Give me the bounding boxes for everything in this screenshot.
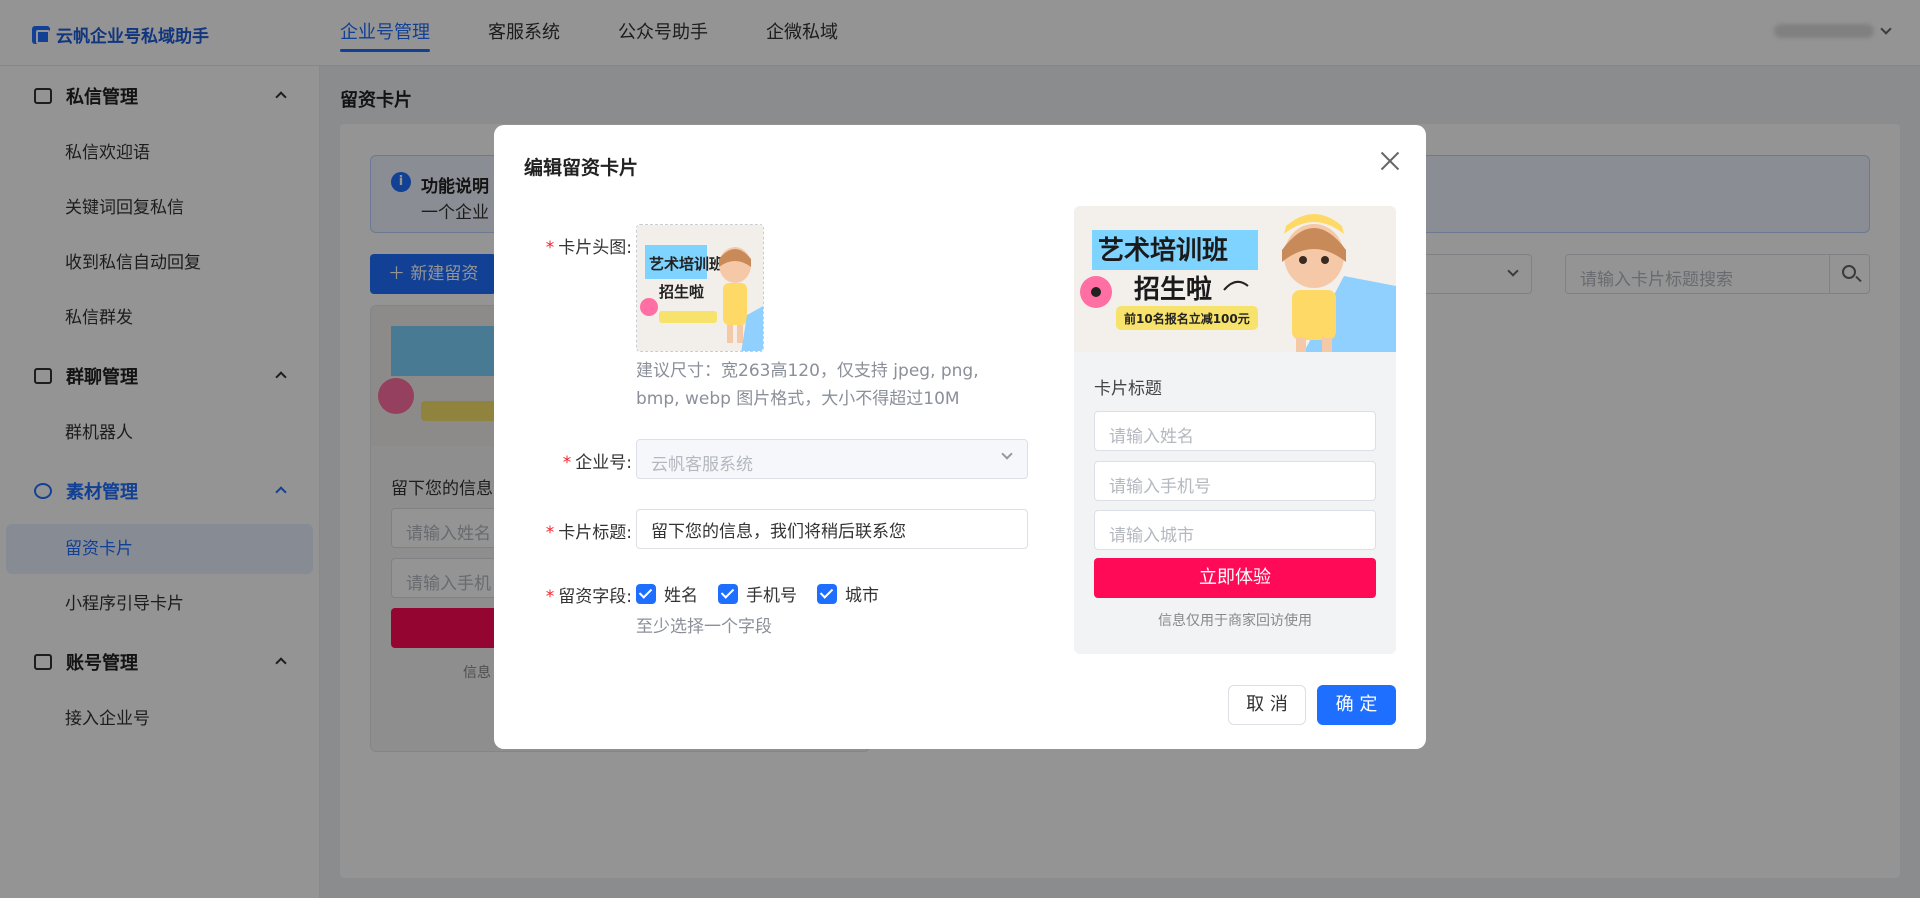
banner-promo: 前10名报名立减100元	[1124, 311, 1250, 326]
checkbox-checked-icon[interactable]	[718, 583, 738, 604]
card-title-label: * 卡片标题:	[512, 518, 632, 543]
label-text: 卡片标题:	[558, 523, 632, 543]
card-title-input[interactable]	[637, 510, 1027, 548]
card-preview: 艺术培训班 招生啦 前10名报名立减100元 卡片标题 请输入姓名 请输入手机号…	[1074, 206, 1396, 654]
chevron-down-icon	[1001, 448, 1013, 460]
card-image-upload[interactable]: 艺术培训班 招生啦	[636, 224, 764, 352]
banner-line2: 招生啦	[1134, 274, 1212, 305]
image-label: * 卡片头图:	[512, 233, 632, 258]
checkbox-name[interactable]: 姓名	[636, 581, 698, 606]
preview-city-input[interactable]: 请输入城市	[1094, 510, 1376, 550]
checkbox-city[interactable]: 城市	[817, 581, 879, 606]
image-size-hint: 建议尺寸：宽263高120，仅支持 jpeg, png, bmp, webp 图…	[636, 361, 979, 409]
field-checkboxes: 姓名 手机号 城市	[636, 581, 879, 606]
placeholder: 请输入城市	[1109, 526, 1194, 546]
preview-phone-input[interactable]: 请输入手机号	[1094, 461, 1376, 501]
preview-banner-image: 艺术培训班 招生啦 前10名报名立减100元	[1074, 206, 1396, 352]
edit-card-modal: 编辑留资卡片 * 卡片头图: 艺术培训班 招生啦 建议尺寸：宽263高120，仅支…	[494, 125, 1426, 749]
confirm-button[interactable]: 确 定	[1317, 685, 1396, 725]
checkbox-checked-icon[interactable]	[636, 583, 656, 604]
label-text: 企业号:	[575, 453, 632, 473]
fields-label: * 留资字段:	[512, 582, 632, 607]
preview-name-input[interactable]: 请输入姓名	[1094, 411, 1376, 451]
preview-card-title: 卡片标题	[1094, 379, 1162, 399]
checkbox-label: 手机号	[746, 586, 797, 606]
label-text: 留资字段:	[558, 587, 632, 607]
placeholder: 请输入姓名	[1109, 427, 1194, 447]
fields-hint: 至少选择一个字段	[636, 617, 772, 637]
preview-submit-button[interactable]: 立即体验	[1094, 558, 1376, 598]
preview-note: 信息仅用于商家回访使用	[1158, 613, 1312, 629]
checkbox-phone[interactable]: 手机号	[718, 581, 797, 606]
card-thumbnail-image: 艺术培训班 招生啦	[637, 225, 763, 351]
required-mark: *	[545, 523, 555, 543]
banner-line1: 艺术培训班	[1098, 236, 1228, 266]
account-select[interactable]: 云帆客服系统	[636, 439, 1028, 479]
modal-title: 编辑留资卡片	[524, 157, 639, 179]
cancel-button[interactable]: 取 消	[1228, 685, 1306, 725]
checkbox-label: 姓名	[664, 586, 698, 606]
account-label: * 企业号:	[512, 448, 632, 473]
thumb-line2: 招生啦	[659, 283, 704, 301]
required-mark: *	[545, 587, 555, 607]
required-mark: *	[562, 453, 572, 473]
label-text: 卡片头图:	[558, 238, 632, 258]
required-mark: *	[545, 238, 555, 258]
checkbox-checked-icon[interactable]	[817, 583, 837, 604]
thumb-line1: 艺术培训班	[649, 255, 724, 273]
close-icon[interactable]	[1380, 151, 1400, 171]
card-title-field[interactable]	[636, 509, 1028, 549]
checkbox-label: 城市	[845, 586, 879, 606]
placeholder: 请输入手机号	[1109, 477, 1211, 497]
account-select-value: 云帆客服系统	[651, 455, 753, 475]
